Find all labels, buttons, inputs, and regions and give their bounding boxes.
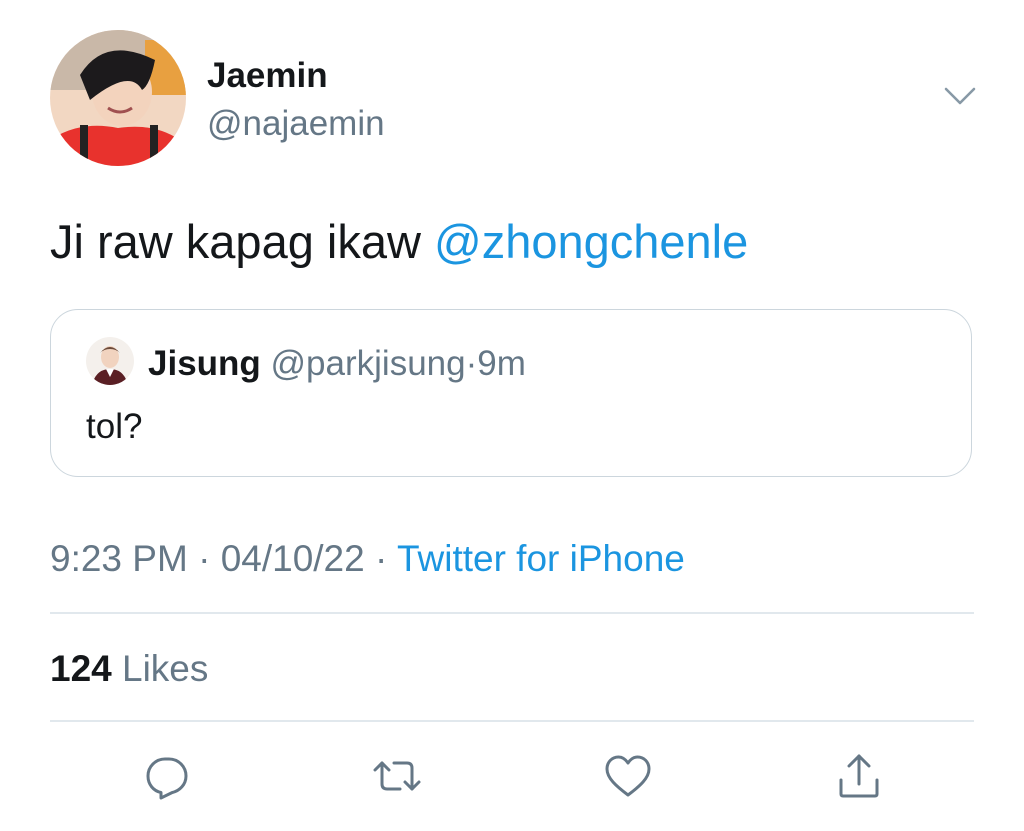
quoted-tweet-text: tol? <box>86 407 143 446</box>
share-icon <box>839 754 879 798</box>
author-avatar[interactable] <box>50 30 186 166</box>
quoted-tweet-header: Jisung @parkjisung·9m <box>148 344 526 384</box>
retweet-icon <box>373 761 421 791</box>
quoted-separator: · <box>465 344 478 383</box>
like-icon <box>605 755 651 797</box>
author-handle[interactable]: @najaemin <box>207 104 385 144</box>
quoted-avatar-image <box>86 337 134 385</box>
tweet-text: Ji raw kapag ikaw @zhongchenle <box>50 214 748 269</box>
quoted-author-name: Jisung <box>148 344 261 383</box>
quoted-tweet-card[interactable]: Jisung @parkjisung·9m tol? <box>50 309 972 477</box>
likes-label: Likes <box>111 648 209 689</box>
divider <box>50 720 974 722</box>
author-name[interactable]: Jaemin <box>207 56 328 96</box>
tweet-time: 9:23 PM <box>50 538 188 579</box>
author-avatar-image <box>50 30 186 166</box>
tweet-source-link[interactable]: Twitter for iPhone <box>397 538 685 579</box>
reply-icon <box>146 757 188 800</box>
quoted-age: 9m <box>477 344 526 383</box>
share-button[interactable] <box>833 750 885 802</box>
mention-link[interactable]: @zhongchenle <box>434 215 748 268</box>
tweet-date: 04/10/22 <box>220 538 365 579</box>
divider <box>50 612 974 614</box>
retweet-button[interactable] <box>371 750 423 802</box>
meta-separator: · <box>364 538 397 579</box>
tweet-body: Ji raw kapag ikaw <box>50 215 434 268</box>
chevron-down-icon[interactable] <box>942 84 978 108</box>
likes-count: 124 <box>50 648 112 689</box>
meta-separator: · <box>187 538 221 579</box>
likes-summary[interactable]: 124 Likes <box>50 648 208 690</box>
quoted-author-avatar <box>86 337 134 385</box>
quoted-author-handle: @parkjisung <box>270 344 466 383</box>
reply-button[interactable] <box>141 750 193 802</box>
like-button[interactable] <box>602 750 654 802</box>
tweet-meta: 9:23 PM · 04/10/22 · Twitter for iPhone <box>50 538 685 580</box>
